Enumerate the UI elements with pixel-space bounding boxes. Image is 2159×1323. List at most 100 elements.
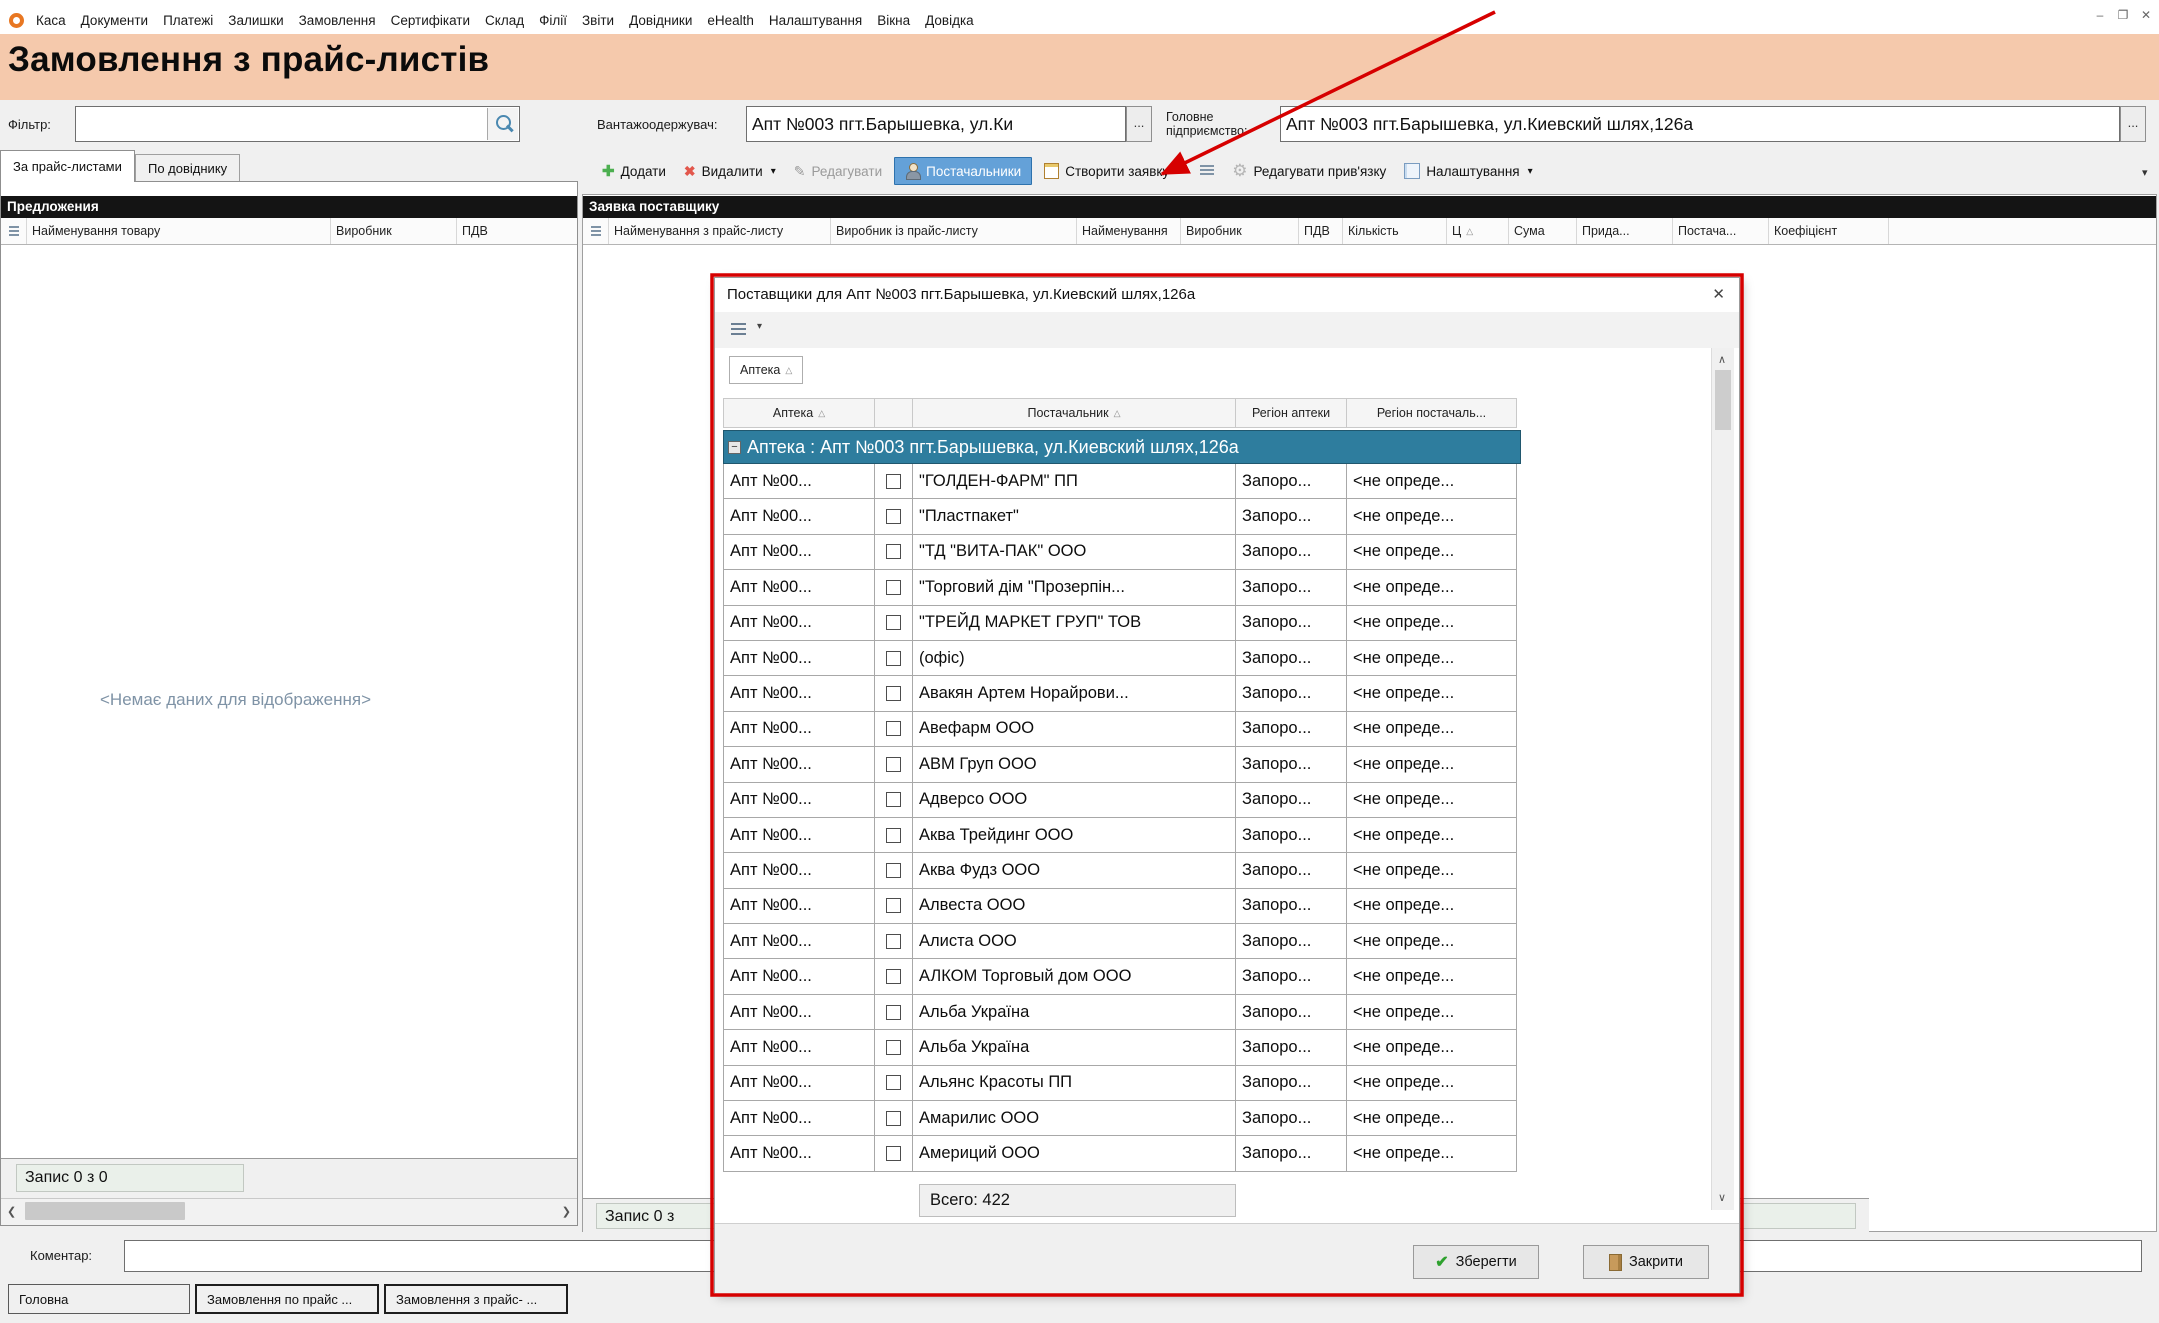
offers-horizontal-scrollbar[interactable]: ❮ ❯ (1, 1198, 577, 1225)
supplier-row[interactable]: Апт №00... Авефарм ООО Запоро... <не опр… (723, 712, 1521, 747)
toolbar-overflow-button[interactable]: ▾ (2142, 166, 2148, 179)
menu-item[interactable]: Вікна (877, 13, 910, 28)
row-checkbox[interactable] (886, 651, 901, 666)
row-checkbox[interactable] (886, 615, 901, 630)
edit-binding-button[interactable]: ⚙ Редагувати прив'язку (1226, 157, 1392, 185)
column-header-supplier-region[interactable]: Регіон постачаль... (1347, 398, 1517, 428)
columns-button[interactable] (1194, 161, 1220, 181)
column-header[interactable]: Постача... (1673, 218, 1769, 244)
settings-button[interactable]: Налаштування ▾ (1398, 159, 1538, 183)
menu-item[interactable]: Залишки (228, 13, 283, 28)
dialog-title-bar[interactable]: Поставщики для Апт №003 пгт.Барышевка, у… (715, 278, 1739, 313)
supplier-row[interactable]: Апт №00... АВМ Груп ООО Запоро... <не оп… (723, 747, 1521, 782)
row-checkbox[interactable] (886, 1111, 901, 1126)
menu-item[interactable]: Довідники (629, 13, 692, 28)
group-row-selected[interactable]: − Аптека : Апт №003 пгт.Барышевка, ул.Ки… (723, 430, 1521, 464)
suppliers-button[interactable]: Постачальники (894, 157, 1032, 185)
supplier-row[interactable]: Апт №00... Альба Україна Запоро... <не о… (723, 1030, 1521, 1065)
supplier-row[interactable]: Апт №00... Адверсо ООО Запоро... <не опр… (723, 783, 1521, 818)
supplier-row[interactable]: Апт №00... (офіс) Запоро... <не опреде..… (723, 641, 1521, 676)
tab-main[interactable]: Головна (8, 1284, 190, 1314)
column-header-checkbox[interactable] (875, 398, 913, 428)
menu-item[interactable]: Платежі (163, 13, 213, 28)
consignee-input[interactable]: Апт №003 пгт.Барышевка, ул.Ки (746, 106, 1126, 142)
collapse-icon[interactable]: − (728, 441, 741, 454)
minimize-button[interactable]: – (2093, 8, 2107, 22)
supplier-row[interactable]: Апт №00... "Пластпакет" Запоро... <не оп… (723, 499, 1521, 534)
row-checkbox[interactable] (886, 1146, 901, 1161)
create-order-button[interactable]: Створити заявку ▾ (1038, 159, 1188, 183)
row-checkbox[interactable] (886, 544, 901, 559)
row-checkbox[interactable] (886, 1040, 901, 1055)
supplier-row[interactable]: Апт №00... Аква Трейдинг ООО Запоро... <… (723, 818, 1521, 853)
supplier-row[interactable]: Апт №00... АЛКОМ Торговый дом ООО Запоро… (723, 959, 1521, 994)
column-header[interactable]: ПДВ (1299, 218, 1343, 244)
row-checkbox[interactable] (886, 1075, 901, 1090)
scroll-left-icon[interactable]: ❮ (7, 1200, 16, 1224)
scroll-up-icon[interactable]: ∧ (1718, 348, 1726, 372)
supplier-row[interactable]: Апт №00... "Торговий дім "Прозерпін... З… (723, 570, 1521, 605)
row-checkbox[interactable] (886, 792, 901, 807)
scrollbar-thumb[interactable] (25, 1202, 185, 1220)
column-header[interactable]: Виробник (1181, 218, 1299, 244)
column-header[interactable]: Найменування (1077, 218, 1181, 244)
column-header[interactable]: Найменування товару (27, 218, 331, 244)
row-checkbox[interactable] (886, 580, 901, 595)
consignee-picker-button[interactable]: ... (1126, 106, 1152, 142)
menu-item[interactable]: Налаштування (769, 13, 862, 28)
row-checkbox[interactable] (886, 686, 901, 701)
tab-by-directory[interactable]: По довіднику (135, 154, 240, 182)
supplier-row[interactable]: Апт №00... Алвеста ООО Запоро... <не опр… (723, 889, 1521, 924)
column-header[interactable]: Виробник із прайс-листу (831, 218, 1077, 244)
supplier-row[interactable]: Апт №00... "ТД "ВИТА-ПАК" ООО Запоро... … (723, 535, 1521, 570)
group-by-chip[interactable]: Аптека △ (729, 356, 803, 384)
close-dialog-button[interactable]: Закрити (1583, 1245, 1709, 1279)
supplier-row[interactable]: Апт №00... "ГОЛДЕН-ФАРМ" ПП Запоро... <н… (723, 464, 1521, 499)
scroll-down-icon[interactable]: ∨ (1718, 1186, 1726, 1210)
delete-button[interactable]: ✖ Видалити ▾ (678, 159, 782, 184)
row-checkbox[interactable] (886, 509, 901, 524)
row-checkbox[interactable] (886, 969, 901, 984)
column-header[interactable]: Найменування з прайс-листу (609, 218, 831, 244)
edit-button[interactable]: ✎ Редагувати (788, 159, 888, 184)
menu-item[interactable]: Каса (36, 13, 66, 28)
row-checkbox[interactable] (886, 1005, 901, 1020)
search-button[interactable] (487, 108, 518, 140)
chevron-down-icon[interactable]: ▾ (757, 321, 762, 332)
row-checkbox[interactable] (886, 474, 901, 489)
supplier-row[interactable]: Апт №00... Амарилис ООО Запоро... <не оп… (723, 1101, 1521, 1136)
menu-item[interactable]: Філії (539, 13, 567, 28)
column-header-supplier[interactable]: Постачальник △ (913, 398, 1236, 428)
column-header[interactable]: ПДВ (457, 218, 575, 244)
view-options-icon[interactable] (731, 323, 746, 336)
tab-order-from-price[interactable]: Замовлення з прайс- ... (384, 1284, 568, 1314)
main-company-picker-button[interactable]: ... (2120, 106, 2146, 142)
filter-input[interactable] (75, 106, 520, 142)
supplier-row[interactable]: Апт №00... Америций ООО Запоро... <не оп… (723, 1136, 1521, 1171)
supplier-row[interactable]: Апт №00... Альба Україна Запоро... <не о… (723, 995, 1521, 1030)
row-checkbox[interactable] (886, 828, 901, 843)
row-checkbox[interactable] (886, 721, 901, 736)
row-checkbox[interactable] (886, 898, 901, 913)
row-checkbox[interactable] (886, 934, 901, 949)
tab-by-price-lists[interactable]: За прайс-листами (0, 150, 135, 182)
dialog-close-icon[interactable]: ✕ (1712, 285, 1725, 303)
column-header-region[interactable]: Регіон аптеки (1236, 398, 1347, 428)
dialog-vertical-scrollbar[interactable]: ∧ ∨ (1711, 348, 1734, 1210)
scroll-right-icon[interactable]: ❯ (562, 1200, 571, 1224)
menu-item[interactable]: Звіти (582, 13, 614, 28)
add-button[interactable]: ✚ Додати (596, 158, 672, 184)
row-checkbox[interactable] (886, 863, 901, 878)
menu-item[interactable]: Сертифікати (391, 13, 470, 28)
supplier-row[interactable]: Апт №00... Алиста ООО Запоро... <не опре… (723, 924, 1521, 959)
close-button[interactable]: ✕ (2139, 8, 2153, 22)
tab-order-by-price[interactable]: Замовлення по прайс ... (195, 1284, 379, 1314)
restore-button[interactable]: ❐ (2116, 8, 2130, 22)
scrollbar-thumb[interactable] (1715, 370, 1731, 430)
supplier-row[interactable]: Апт №00... Авакян Артем Норайрови... Зап… (723, 676, 1521, 711)
supplier-row[interactable]: Апт №00... Аква Фудз ООО Запоро... <не о… (723, 853, 1521, 888)
column-header[interactable]: Сума (1509, 218, 1577, 244)
menu-item[interactable]: eHealth (707, 13, 754, 28)
column-header-apteka[interactable]: Аптека △ (723, 398, 875, 428)
row-checkbox[interactable] (886, 757, 901, 772)
